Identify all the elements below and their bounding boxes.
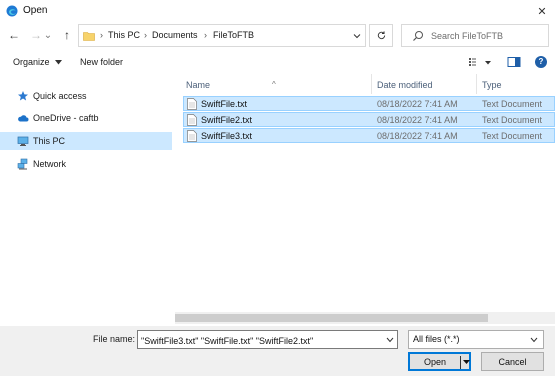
- file-name: SwiftFile3.txt: [201, 131, 253, 141]
- sidebar-item-label: OneDrive - caftb: [33, 113, 99, 123]
- breadcrumb-documents[interactable]: Documents: [152, 30, 198, 40]
- file-name-input[interactable]: [137, 330, 398, 349]
- forward-arrow-icon: →: [30, 28, 42, 42]
- file-row[interactable]: SwiftFile2.txt 08/18/2022 7:41 AM Text D…: [183, 112, 555, 127]
- navigation-pane: Quick access OneDrive - caftb This PC Ne…: [0, 74, 172, 326]
- edge-app-icon: [6, 5, 18, 17]
- address-bar[interactable]: › This PC › Documents › FileToFTB: [78, 24, 366, 47]
- chevron-down-icon: [530, 337, 538, 343]
- close-icon: ✕: [537, 5, 547, 18]
- recent-locations-button[interactable]: ⌄: [43, 27, 53, 43]
- close-button[interactable]: ✕: [529, 0, 555, 22]
- column-divider[interactable]: [476, 74, 477, 94]
- open-options-dropdown-icon[interactable]: [463, 359, 470, 365]
- file-type: Text Document: [482, 115, 543, 125]
- preview-pane-icon[interactable]: [507, 56, 521, 68]
- window-title: Open: [23, 5, 48, 16]
- open-button-label: Open: [424, 357, 447, 367]
- horizontal-scrollbar[interactable]: [175, 312, 555, 324]
- cancel-button-label: Cancel: [498, 357, 527, 367]
- sidebar-item-network[interactable]: Network: [0, 155, 172, 173]
- organize-button[interactable]: Organize: [13, 57, 63, 67]
- back-arrow-icon: ←: [8, 28, 20, 42]
- computer-icon: [17, 136, 29, 146]
- text-file-icon: [187, 130, 197, 142]
- file-date-modified: 08/18/2022 7:41 AM: [377, 131, 458, 141]
- text-file-icon: [187, 114, 197, 126]
- folder-icon: [83, 32, 95, 41]
- file-row[interactable]: SwiftFile.txt 08/18/2022 7:41 AM Text Do…: [183, 96, 555, 111]
- forward-button[interactable]: →: [28, 27, 44, 43]
- column-header-name[interactable]: Name: [186, 80, 210, 90]
- file-type-filter-value: All files (*.*): [413, 334, 460, 344]
- scrollbar-thumb[interactable]: [175, 314, 488, 322]
- text-file-icon: [187, 98, 197, 110]
- file-name: SwiftFile.txt: [201, 99, 248, 109]
- sidebar-item-label: Quick access: [33, 91, 87, 101]
- sidebar-item-quick-access[interactable]: Quick access: [0, 87, 172, 105]
- search-placeholder: Search FileToFTB: [431, 31, 504, 41]
- refresh-button[interactable]: [369, 24, 393, 47]
- file-type: Text Document: [482, 131, 543, 141]
- file-list: ^ Name Date modified Type SwiftFile.txt …: [175, 74, 555, 326]
- back-button[interactable]: ←: [6, 27, 22, 43]
- column-headers: ^ Name Date modified Type: [175, 74, 555, 94]
- sidebar-item-label: Network: [33, 159, 67, 169]
- file-row[interactable]: SwiftFile3.txt 08/18/2022 7:41 AM Text D…: [183, 128, 555, 143]
- column-divider[interactable]: [371, 74, 372, 94]
- dialog-footer: File name: All files (*.*) Open Cancel: [0, 326, 555, 376]
- sort-ascending-icon: ^: [272, 80, 276, 89]
- search-box[interactable]: Search FileToFTB: [401, 24, 549, 47]
- breadcrumb-separator: ›: [144, 30, 147, 40]
- new-folder-button[interactable]: New folder: [80, 57, 123, 67]
- up-arrow-icon: ↑: [64, 28, 70, 42]
- split-divider: [460, 356, 461, 369]
- file-name-label: File name:: [93, 334, 136, 344]
- network-icon: [17, 158, 28, 170]
- open-button[interactable]: Open: [408, 352, 471, 371]
- breadcrumb-separator: ›: [100, 30, 103, 40]
- view-options-icon[interactable]: [468, 56, 482, 68]
- help-button[interactable]: ?: [535, 56, 547, 68]
- refresh-icon: [377, 31, 385, 40]
- sidebar-item-onedrive[interactable]: OneDrive - caftb: [0, 109, 172, 127]
- cloud-icon: [18, 115, 29, 122]
- sidebar-item-label: This PC: [33, 136, 66, 146]
- organize-label: Organize: [13, 57, 50, 67]
- sidebar-item-this-pc[interactable]: This PC: [0, 132, 172, 150]
- view-dropdown-icon[interactable]: [484, 56, 492, 68]
- column-header-date-modified[interactable]: Date modified: [377, 80, 433, 90]
- up-button[interactable]: ↑: [59, 27, 75, 43]
- file-date-modified: 08/18/2022 7:41 AM: [377, 115, 458, 125]
- breadcrumb-separator: ›: [204, 30, 207, 40]
- caret-down-icon: [55, 60, 63, 65]
- search-icon: [413, 31, 423, 41]
- file-type: Text Document: [482, 99, 543, 109]
- file-date-modified: 08/18/2022 7:41 AM: [377, 99, 458, 109]
- column-header-type[interactable]: Type: [482, 80, 502, 90]
- breadcrumb-filetoftb[interactable]: FileToFTB: [213, 30, 254, 40]
- address-dropdown-icon[interactable]: [351, 30, 363, 42]
- file-name: SwiftFile2.txt: [201, 115, 253, 125]
- title-bar: Open ✕: [0, 0, 555, 22]
- file-name-dropdown-icon[interactable]: [386, 337, 394, 343]
- star-icon: [18, 91, 28, 101]
- command-toolbar: Organize New folder ?: [0, 52, 555, 72]
- chevron-down-icon: ⌄: [43, 29, 53, 41]
- breadcrumb-this-pc[interactable]: This PC: [108, 30, 140, 40]
- file-type-filter[interactable]: All files (*.*): [408, 330, 544, 349]
- cancel-button[interactable]: Cancel: [481, 352, 544, 371]
